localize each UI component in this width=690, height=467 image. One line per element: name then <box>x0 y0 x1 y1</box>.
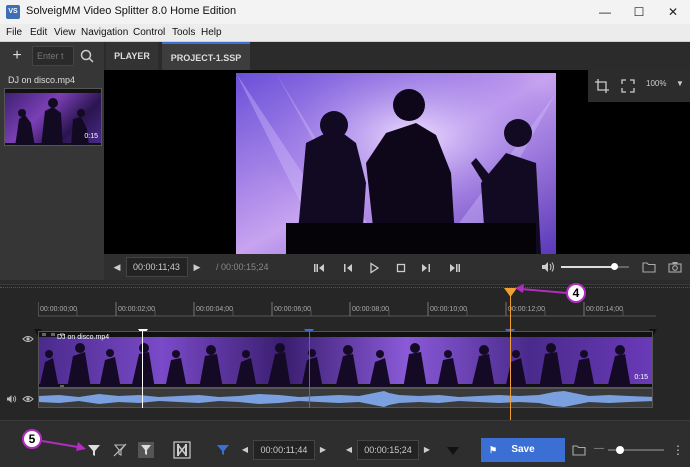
close-button[interactable]: ✕ <box>656 0 690 24</box>
volume-thumb[interactable] <box>611 263 618 270</box>
step-forward-icon[interactable] <box>420 261 432 273</box>
menu-edit[interactable]: Edit <box>30 27 47 38</box>
skip-end-icon[interactable] <box>449 261 461 273</box>
minimize-button[interactable]: — <box>588 0 622 24</box>
next-frame-button[interactable]: ▶ <box>190 257 204 277</box>
cut-icon[interactable] <box>172 440 192 460</box>
chevron-down-icon: ▼ <box>676 79 684 88</box>
app-icon: VS <box>6 5 20 19</box>
stop-icon[interactable] <box>395 261 407 273</box>
step-back-icon[interactable] <box>342 261 354 273</box>
fullscreen-icon[interactable] <box>620 78 636 94</box>
filter-frame-icon[interactable] <box>136 440 156 460</box>
tick-label: 00:00:06;00 <box>274 306 311 313</box>
white-marker-line <box>142 331 143 408</box>
tick-label: 00:00:00;00 <box>40 306 77 313</box>
callout-arrow-5 <box>41 438 86 452</box>
menu-control[interactable]: Control <box>133 27 165 38</box>
eye-icon[interactable] <box>22 391 34 402</box>
volume-slider[interactable] <box>561 263 629 270</box>
current-time-field[interactable]: 00:00:11;43 <box>126 257 188 277</box>
clip-name: DJ on disco.mp4 <box>57 334 110 341</box>
save-button[interactable]: ⚑ Save <box>481 438 565 462</box>
callout-badge: 5 <box>22 429 42 449</box>
start-prev-button[interactable]: ◀ <box>237 440 253 460</box>
timeline-zoom-slider[interactable] <box>608 446 664 454</box>
add-media-button[interactable]: + <box>8 46 26 66</box>
splitter-handle[interactable] <box>0 287 690 290</box>
blue-filter-icon[interactable] <box>216 443 230 457</box>
clear-filter-icon[interactable] <box>110 440 130 460</box>
volume-icon[interactable] <box>541 260 555 274</box>
maximize-button[interactable]: ☐ <box>622 0 656 24</box>
video-frame <box>236 73 556 254</box>
menu-view[interactable]: View <box>54 27 76 38</box>
end-time-field[interactable]: 00:00:15;24 <box>357 440 419 460</box>
prev-frame-button[interactable]: ◀ <box>110 257 124 277</box>
total-time: / 00:00:15;24 <box>216 262 269 272</box>
menu-tools[interactable]: Tools <box>172 27 195 38</box>
search-input[interactable] <box>32 46 74 66</box>
window-title: SolveigMM Video Splitter 8.0 Home Editio… <box>26 5 237 17</box>
snapshot-icon[interactable] <box>668 260 682 274</box>
search-icon[interactable] <box>78 46 96 66</box>
zoom-thumb[interactable] <box>616 446 624 454</box>
library-thumbnail[interactable]: 0:15 <box>4 88 102 146</box>
tab-player[interactable]: PLAYER <box>106 42 158 70</box>
tick-label: 00:00:08;00 <box>352 306 389 313</box>
title-bar: VS SolveigMM Video Splitter 8.0 Home Edi… <box>0 0 690 24</box>
filter-icon[interactable] <box>84 440 104 460</box>
tick-label: 00:00:14;00 <box>586 306 623 313</box>
callout-badge: 4 <box>566 283 586 303</box>
video-track-clip[interactable]: DJ on disco.mp4 0:15 <box>38 331 653 388</box>
clip-duration: 0:15 <box>634 374 648 381</box>
save-label: Save <box>511 444 535 455</box>
menu-file[interactable]: File <box>6 27 22 38</box>
tick-label: 00:00:04;00 <box>196 306 233 313</box>
zoom-select[interactable]: 100% ▼ <box>646 79 688 93</box>
audio-track-waveform[interactable] <box>38 388 653 408</box>
folder-icon[interactable] <box>642 260 656 274</box>
tick-label: 00:00:10;00 <box>430 306 467 313</box>
end-next-button[interactable]: ▶ <box>419 440 435 460</box>
zoom-out-icon[interactable]: — <box>594 444 604 454</box>
start-next-button[interactable]: ▶ <box>315 440 331 460</box>
tick-label: 00:00:02;00 <box>118 306 155 313</box>
end-prev-button[interactable]: ◀ <box>341 440 357 460</box>
play-icon[interactable] <box>368 261 380 274</box>
tab-project[interactable]: PROJECT-1.SSP <box>162 42 250 70</box>
open-folder-icon[interactable] <box>572 443 586 457</box>
volume-fill <box>561 266 614 268</box>
playhead-line <box>510 292 511 420</box>
save-flag-icon: ⚑ <box>489 445 498 455</box>
library-file-name: DJ on disco.mp4 <box>8 75 76 85</box>
menu-bar: File Edit View Navigation Control Tools … <box>0 24 690 42</box>
thumbnail-duration: 0:15 <box>84 133 98 140</box>
start-time-field[interactable]: 00:00:11;44 <box>253 440 315 460</box>
marker-dropdown-icon[interactable] <box>446 444 460 456</box>
tick-label: 00:00:12;00 <box>508 306 545 313</box>
speaker-icon[interactable] <box>6 391 18 403</box>
crop-icon[interactable] <box>594 78 610 94</box>
more-options-icon[interactable]: ⋮ <box>672 442 684 458</box>
callout-arrow-4 <box>515 284 568 298</box>
menu-help[interactable]: Help <box>201 27 222 38</box>
menu-navigation[interactable]: Navigation <box>81 27 128 38</box>
zoom-label: 100% <box>646 79 667 88</box>
eye-icon[interactable] <box>22 331 34 342</box>
blue-marker-line <box>309 331 310 408</box>
skip-start-icon[interactable] <box>313 261 325 273</box>
